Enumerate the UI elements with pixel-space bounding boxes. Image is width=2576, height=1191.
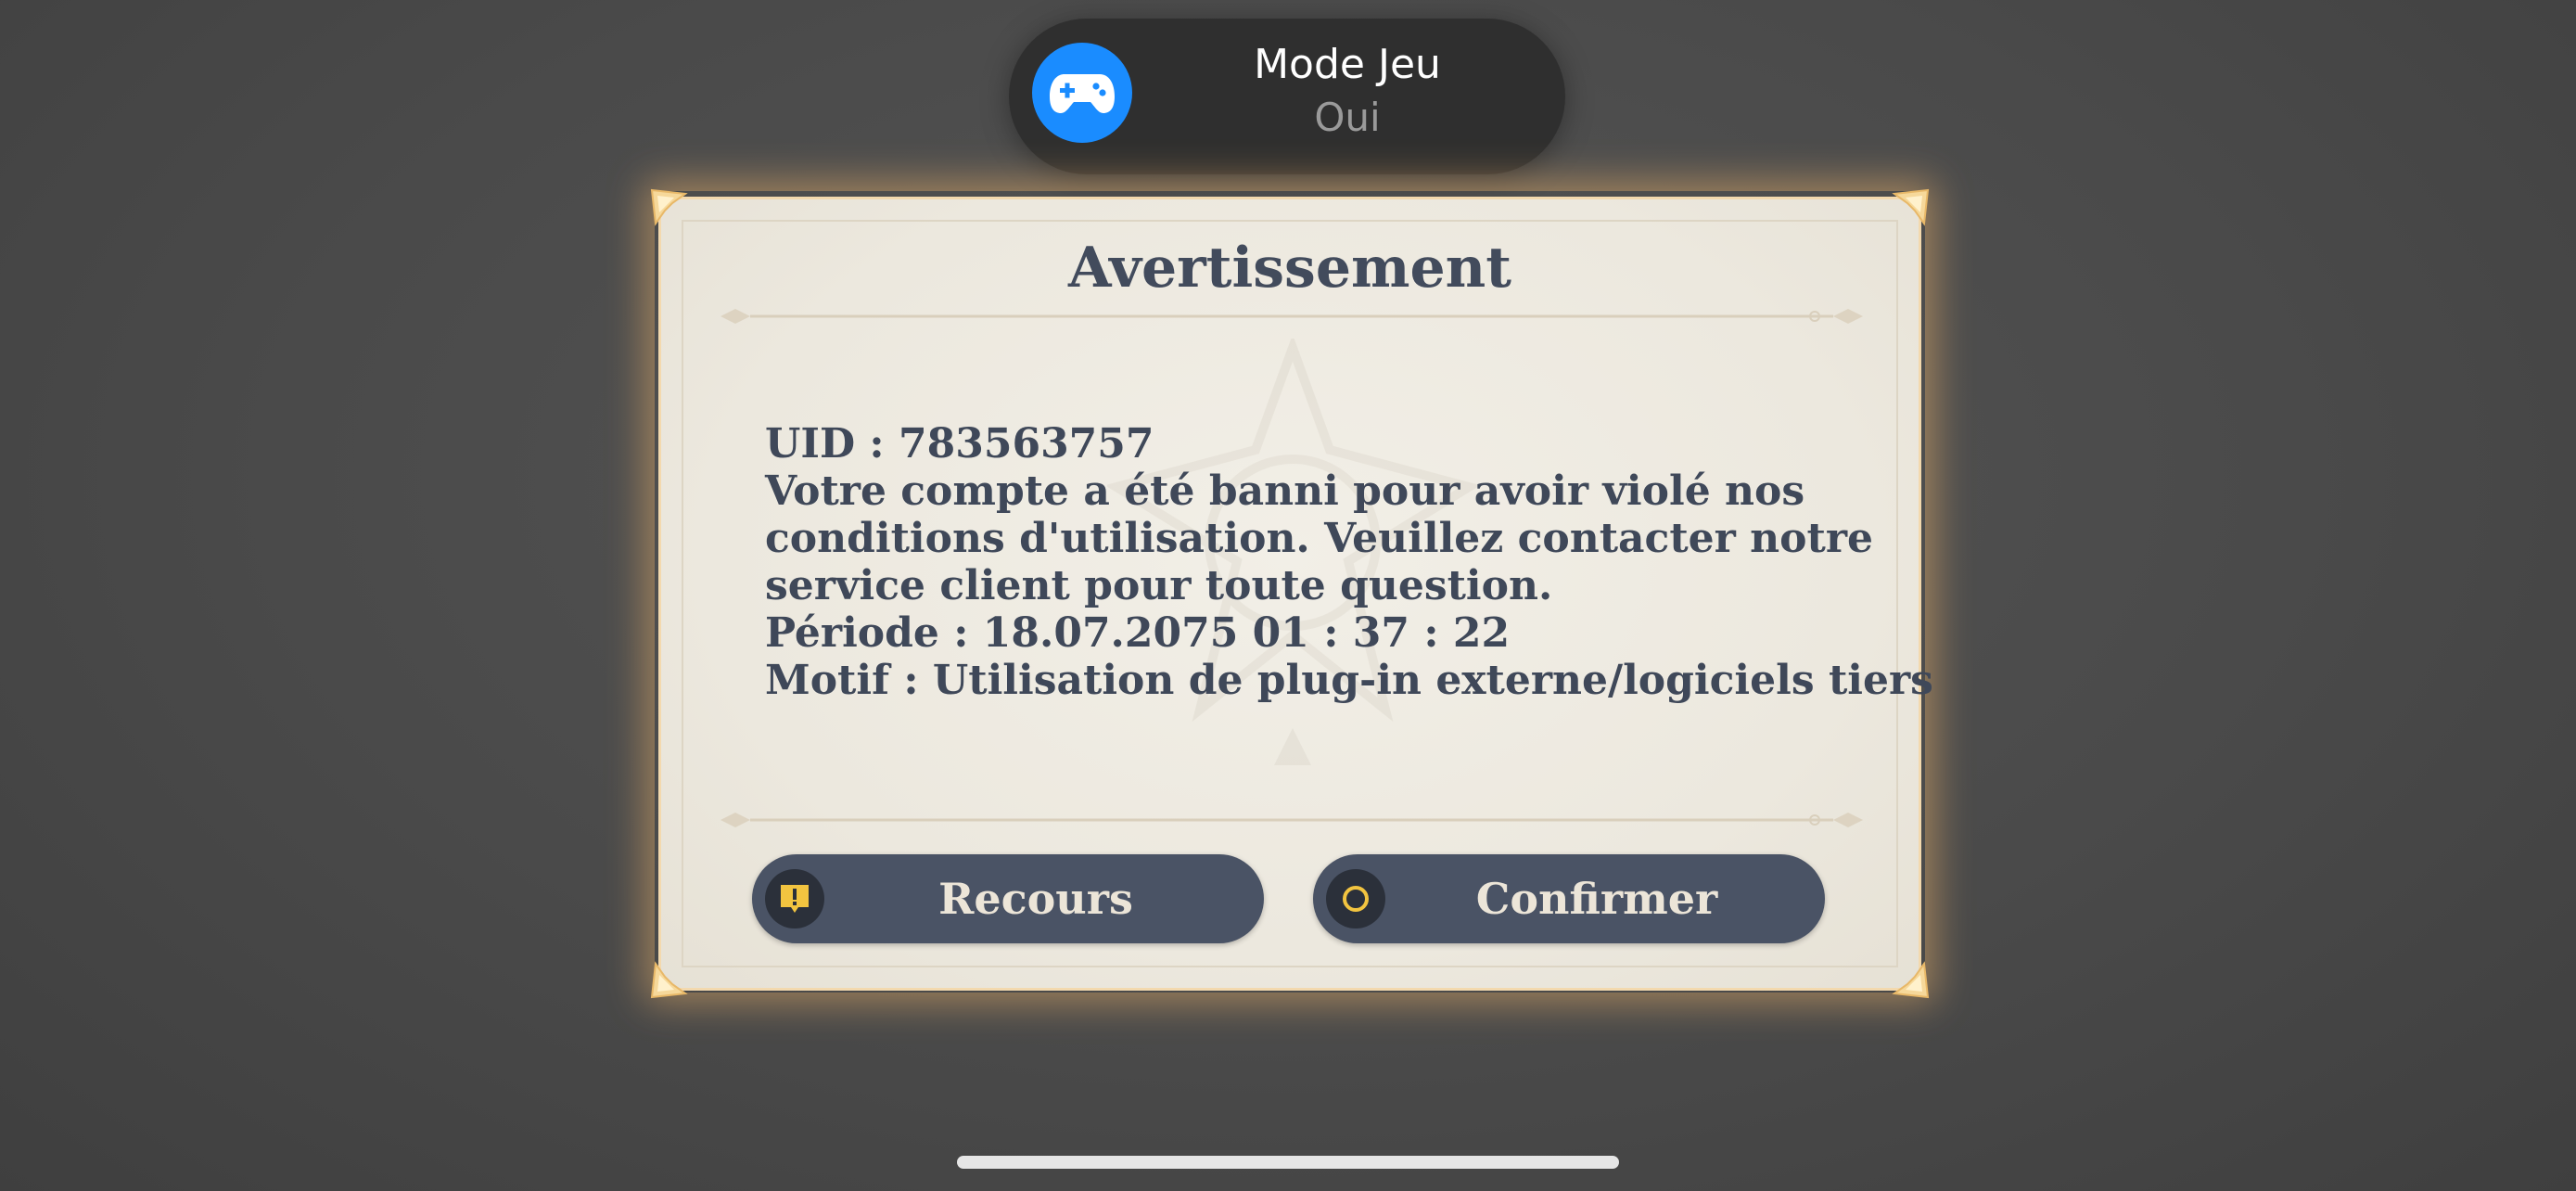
message-line: service client pour toute question. — [765, 562, 1553, 609]
period-line: Période : 18.07.2075 01 : 37 : 22 — [765, 609, 1511, 657]
buttons-divider — [721, 813, 1863, 827]
message-line: Votre compte a été banni pour avoir viol… — [765, 467, 1805, 515]
game-mode-banner: Mode Jeu Oui — [1009, 19, 1565, 174]
dialog-message: UID : 783563757 Votre compte a été banni… — [765, 420, 1933, 704]
dialog-title: Avertissement — [1067, 236, 1511, 301]
corner-ornament-icon — [650, 188, 688, 226]
appeal-button[interactable]: Recours — [752, 854, 1264, 943]
message-line: conditions d'utilisation. Veuillez conta… — [765, 515, 1874, 562]
appeal-button-label: Recours — [938, 874, 1133, 924]
home-indicator[interactable] — [957, 1156, 1619, 1169]
corner-ornament-icon — [650, 961, 688, 999]
corner-ornament-icon — [1892, 188, 1930, 226]
corner-ornament-icon — [1892, 961, 1930, 999]
uid-line: UID : 783563757 — [765, 420, 1154, 467]
gamepad-icon — [1032, 43, 1132, 143]
game-mode-text: Mode Jeu Oui — [1194, 39, 1565, 145]
confirm-button-label: Confirmer — [1475, 874, 1718, 924]
game-mode-status: Oui — [1314, 95, 1381, 140]
warning-dialog: Avertissement UID : 783563757 Votre comp… — [650, 188, 1933, 999]
title-divider — [721, 309, 1863, 324]
confirm-button[interactable]: Confirmer — [1313, 854, 1825, 943]
reason-line: Motif : Utilisation de plug-in externe/l… — [765, 657, 1933, 704]
game-mode-title: Mode Jeu — [1254, 41, 1441, 88]
